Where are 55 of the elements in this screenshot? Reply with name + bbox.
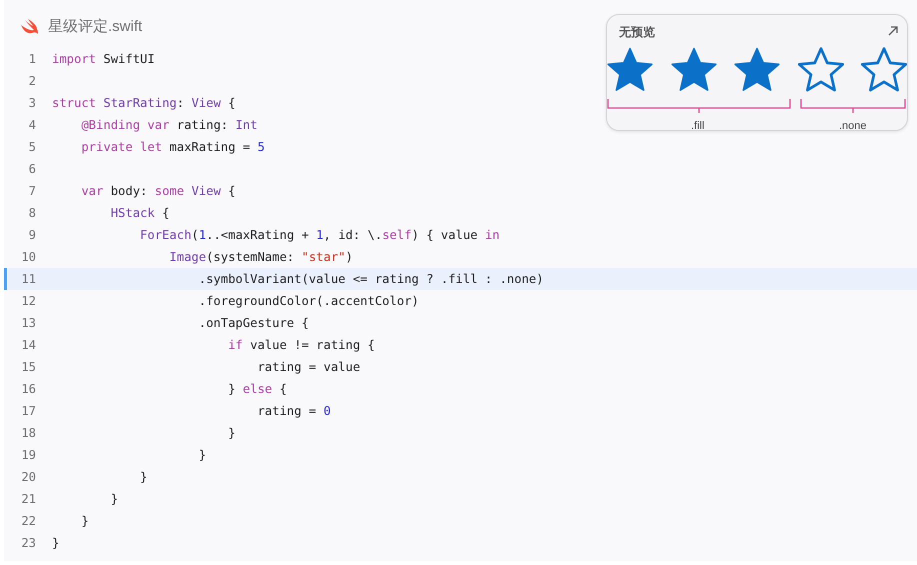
code-line: HStack { bbox=[110, 206, 170, 220]
line-number: 2 bbox=[28, 74, 37, 88]
code-line: import SwiftUI bbox=[52, 52, 155, 66]
code-line: @Binding var rating: Int bbox=[80, 118, 258, 132]
code-line: private let maxRating = 5 bbox=[80, 140, 265, 154]
code-line: rating = value bbox=[256, 360, 360, 374]
file-name: 星级评定.swift bbox=[48, 16, 142, 36]
line-number: 21 bbox=[20, 492, 37, 506]
line-number: 3 bbox=[28, 96, 37, 110]
code-line: rating = 0 bbox=[256, 404, 331, 418]
line-number: 10 bbox=[20, 250, 37, 264]
swift-logo-icon bbox=[20, 17, 40, 35]
code-line: } else { bbox=[227, 382, 287, 396]
outline-star-icon[interactable] bbox=[861, 47, 907, 93]
line-number: 17 bbox=[20, 404, 37, 418]
code-line: } bbox=[139, 470, 148, 484]
code-line: var body: some View { bbox=[80, 184, 236, 198]
line-number: 5 bbox=[28, 140, 37, 154]
code-line: } bbox=[52, 536, 60, 550]
line-number: 1 bbox=[28, 52, 37, 66]
code-line: struct StarRating: View { bbox=[52, 96, 236, 110]
line-number: 16 bbox=[20, 382, 37, 396]
line-number: 4 bbox=[28, 118, 37, 132]
code-line: .symbolVariant(value <= rating ? .fill : .none) bbox=[198, 272, 544, 286]
code-line: } bbox=[80, 514, 89, 528]
line-number: 8 bbox=[28, 206, 37, 220]
filled-star-icon[interactable] bbox=[670, 47, 716, 93]
line-number: 9 bbox=[28, 228, 37, 242]
line-number: 13 bbox=[20, 316, 37, 330]
line-number: 15 bbox=[20, 360, 37, 374]
line-number: 20 bbox=[20, 470, 37, 484]
code-line: Image(systemName: "star") bbox=[168, 250, 353, 264]
line-number: 6 bbox=[28, 162, 37, 176]
line-number: 11 bbox=[20, 272, 37, 286]
outline-star-icon[interactable] bbox=[798, 47, 844, 93]
code-line: .foregroundColor(.accentColor) bbox=[198, 294, 419, 308]
line-number: 12 bbox=[20, 294, 37, 308]
expand-icon[interactable] bbox=[888, 26, 898, 36]
line-number: 7 bbox=[28, 184, 37, 198]
code-line: } bbox=[227, 426, 236, 440]
filled-star-icon[interactable] bbox=[734, 47, 780, 93]
none-label: .none bbox=[839, 120, 867, 132]
line-number: 14 bbox=[20, 338, 37, 352]
line-number: 18 bbox=[20, 426, 37, 440]
line-number: 23 bbox=[20, 536, 37, 550]
code-line: if value != rating { bbox=[227, 338, 375, 352]
line-number: 22 bbox=[20, 514, 37, 528]
code-line: ForEach(1..<maxRating + 1, id: \.self) { value in bbox=[139, 228, 500, 242]
fill-label: .fill bbox=[691, 120, 704, 132]
code-line: } bbox=[198, 448, 206, 462]
line-number: 19 bbox=[20, 448, 37, 462]
code-line: .onTapGesture { bbox=[198, 316, 309, 330]
code-line: } bbox=[110, 492, 118, 506]
filled-star-icon[interactable] bbox=[607, 47, 653, 93]
preview-title: 无预览 bbox=[619, 24, 655, 41]
